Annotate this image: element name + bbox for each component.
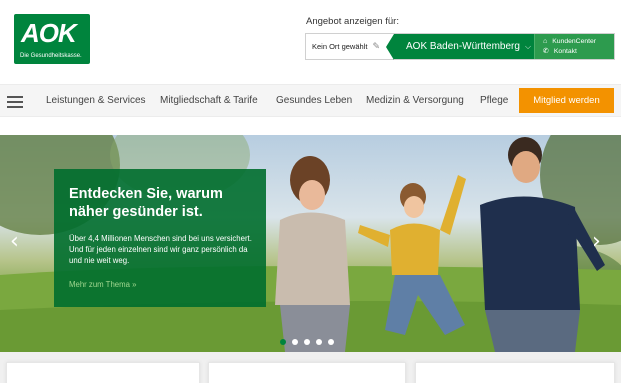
slide-dot-4[interactable] (316, 339, 322, 345)
chevron-down-icon: ⌵ (524, 41, 532, 51)
region-dropdown[interactable]: AOK Baden-Württemberg ⌵ (386, 34, 534, 60)
kundencenter-link[interactable]: ⌂ KundenCenter (543, 38, 614, 45)
teaser-card-2[interactable] (208, 362, 406, 383)
service-links: ⌂ KundenCenter ✆ Kontakt (534, 34, 614, 59)
nav-item-medizin[interactable]: Medizin & Versorgung (366, 95, 464, 106)
member-cta-button[interactable]: Mitglied werden (519, 88, 614, 113)
hero-more-link[interactable]: Mehr zum Thema » (69, 280, 136, 289)
nav-item-pflege[interactable]: Pflege (480, 95, 508, 106)
chevron-right-icon[interactable]: › (592, 229, 601, 254)
aok-logo[interactable]: AOK Die Gesundheitskasse. (14, 14, 90, 64)
region-selector: Kein Ort gewählt ✎ AOK Baden-Württemberg… (305, 33, 615, 60)
teaser-card-1[interactable] (6, 362, 200, 383)
kundencenter-label: KundenCenter (552, 38, 597, 45)
phone-icon: ✆ (543, 48, 549, 55)
nav-item-gesundes-leben[interactable]: Gesundes Leben (276, 95, 352, 106)
region-name: AOK Baden-Württemberg (406, 41, 520, 52)
slide-dot-2[interactable] (292, 339, 298, 345)
kontakt-link[interactable]: ✆ Kontakt (543, 47, 614, 56)
region-label: Angebot anzeigen für: (306, 16, 399, 27)
pencil-icon: ✎ (372, 41, 380, 51)
hero-title: Entdecken Sie, warum näher gesünder ist. (69, 186, 223, 220)
hero-teaser: Entdecken Sie, warum näher gesünder ist.… (54, 169, 266, 307)
teaser-card-3[interactable] (415, 362, 615, 383)
nav-item-leistungen[interactable]: Leistungen & Services (46, 95, 146, 106)
logo-mark: AOK (21, 18, 77, 48)
slider-pagination (280, 339, 334, 345)
slide-dot-1[interactable] (280, 339, 286, 345)
logo-tagline: Die Gesundheitskasse. (20, 53, 82, 59)
home-icon: ⌂ (543, 38, 548, 45)
chevron-left-icon[interactable]: ‹ (10, 229, 19, 254)
hero-text: Über 4,4 Millionen Menschen sind bei uns… (69, 234, 252, 265)
place-selector[interactable]: Kein Ort gewählt ✎ (306, 34, 394, 59)
slide-dot-3[interactable] (304, 339, 310, 345)
menu-icon[interactable] (7, 96, 23, 108)
slide-dot-5[interactable] (328, 339, 334, 345)
place-value: Kein Ort gewählt (312, 42, 368, 51)
nav-item-mitgliedschaft[interactable]: Mitgliedschaft & Tarife (160, 95, 258, 106)
kontakt-label: Kontakt (553, 47, 577, 55)
